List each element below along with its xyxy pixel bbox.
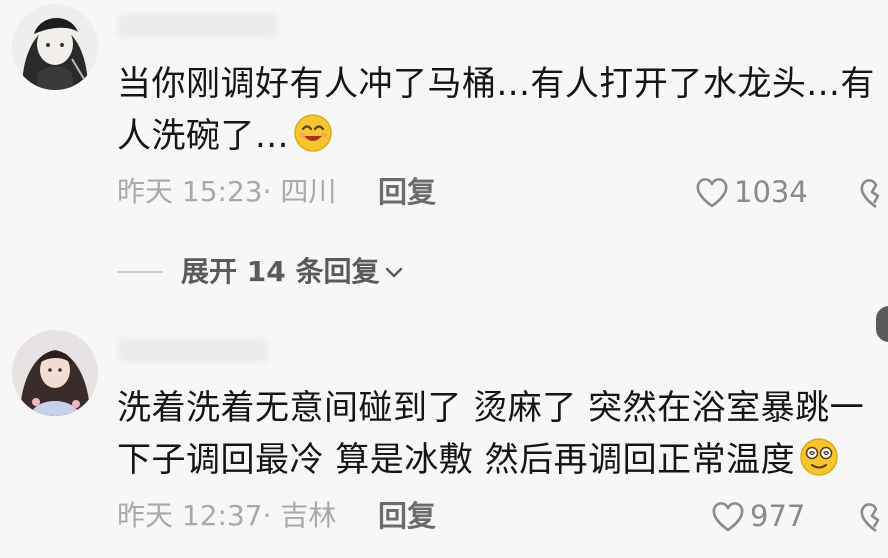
- dizzy-face-icon: [800, 438, 838, 476]
- like-count: 1034: [734, 175, 808, 209]
- reply-button[interactable]: 回复: [378, 174, 436, 210]
- girl-photo-avatar-icon: [12, 330, 98, 416]
- username-blurred[interactable]: [118, 14, 278, 38]
- reply-button[interactable]: 回复: [378, 498, 436, 534]
- expand-replies-label: 展开 14 条回复: [181, 255, 380, 288]
- chevron-down-icon: [386, 267, 403, 278]
- comment-text: 洗着洗着无意间碰到了 烫麻了 突然在浴室暴跳一下子调回最冷 算是冰敷 然后再调回…: [117, 382, 877, 486]
- divider-line: [117, 271, 163, 273]
- like-button[interactable]: 1034: [694, 174, 808, 210]
- avatar[interactable]: [12, 4, 98, 90]
- anime-girl-avatar-icon: [12, 4, 98, 90]
- comment-text: 当你刚调好有人冲了马桶...有人打开了水龙头...有人洗碗了...: [117, 58, 877, 162]
- heart-icon: [712, 502, 744, 532]
- comment-content: 当你刚调好有人冲了马桶...有人打开了水龙头...有人洗碗了...: [117, 64, 875, 156]
- like-button[interactable]: 977: [710, 498, 805, 534]
- heart-icon: [696, 178, 728, 208]
- comment-content: 洗着洗着无意间碰到了 烫麻了 突然在浴室暴跳一下子调回最冷 算是冰敷 然后再调回…: [117, 388, 865, 480]
- smiling-face-icon: [294, 114, 332, 152]
- like-count: 977: [750, 499, 806, 533]
- scroll-handle[interactable]: [876, 306, 888, 342]
- avatar[interactable]: [12, 330, 98, 416]
- comment-meta: 昨天 12:37· 吉林: [117, 498, 336, 534]
- broken-heart-icon[interactable]: [858, 500, 888, 534]
- comment-section: 当你刚调好有人冲了马桶...有人打开了水龙头...有人洗碗了... 昨天 15:…: [0, 0, 888, 558]
- comment-location: · 吉林: [262, 499, 337, 532]
- broken-heart-icon[interactable]: [858, 176, 888, 210]
- comment-time: 昨天 12:37: [117, 499, 263, 532]
- comment-meta: 昨天 15:23· 四川: [117, 174, 336, 210]
- username-blurred[interactable]: [118, 338, 268, 362]
- comment-location: · 四川: [262, 175, 337, 208]
- expand-replies-button[interactable]: 展开 14 条回复: [117, 254, 407, 290]
- comment-time: 昨天 15:23: [117, 175, 263, 208]
